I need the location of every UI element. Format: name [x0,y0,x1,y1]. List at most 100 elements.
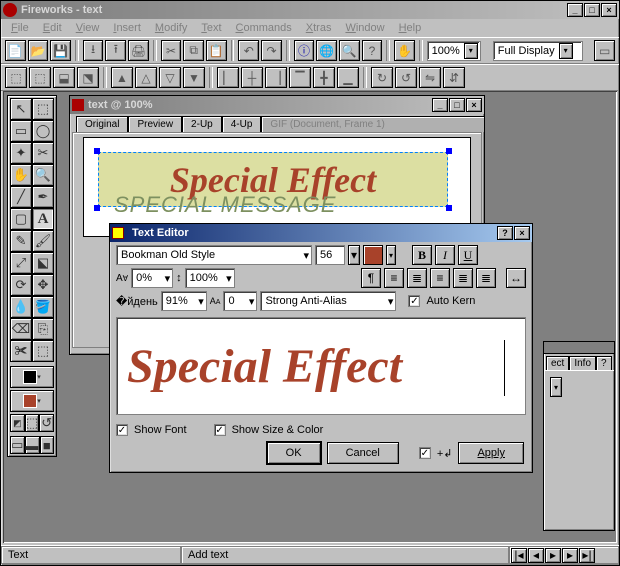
new-icon[interactable]: 📄 [5,40,26,61]
align-center-button[interactable]: ≣ [407,268,427,288]
doc-close-button[interactable]: × [466,98,482,112]
next-frame-icon[interactable]: ▸ [562,548,578,563]
import-icon[interactable]: ⭳ [83,40,104,61]
tab-preview[interactable]: Preview [128,116,182,132]
align-stretch-button[interactable]: ≣ [476,268,496,288]
maximize-button[interactable]: □ [584,3,600,17]
bring-forward-icon[interactable]: △ [135,67,157,88]
align-left-button[interactable]: ≡ [384,268,404,288]
align-bottom-icon[interactable]: ▁ [337,67,359,88]
panel-help[interactable]: ? [596,356,612,370]
line-tool[interactable]: ╱ [10,186,32,208]
undo-icon[interactable]: ↶ [238,40,259,61]
page-icon[interactable]: ▭ [594,40,615,61]
standard-screen-icon[interactable]: ▭ [10,436,25,454]
fill-dropdown-icon[interactable]: ▾ [386,245,396,265]
menu-commands[interactable]: Commands [230,21,298,35]
ok-button[interactable]: OK [267,442,321,464]
full-screen-icon[interactable]: ■ [40,436,55,454]
selection-handle[interactable] [446,205,452,211]
scale-tool[interactable]: ⤢ [10,252,32,274]
pointer-tool[interactable]: ↖ [10,98,32,120]
menu-xtras[interactable]: Xtras [300,21,338,35]
font-family-combo[interactable]: Bookman Old Style▾ [116,245,312,265]
menu-file[interactable]: FFileile [5,21,35,35]
baseline-shift-field[interactable]: 0▾ [223,291,257,311]
align-left-icon[interactable]: ▏ [217,67,239,88]
doc-minimize-button[interactable]: _ [432,98,448,112]
stroke-color-swatch[interactable]: ▾ [10,366,54,388]
pencil-tool[interactable]: ✎ [10,230,32,252]
leading-field[interactable]: 100%▾ [185,268,235,288]
show-font-checkbox[interactable]: ✓ [116,424,128,436]
ungroup-icon[interactable]: ⬚ [29,67,51,88]
export-icon[interactable]: ⭱ [105,40,126,61]
redo-icon[interactable]: ↷ [261,40,282,61]
zoom-combo[interactable]: 100%▾ [427,41,482,61]
eyedropper-tool[interactable]: 💧 [10,296,32,318]
fill-color-swatch[interactable]: ▾ [10,390,54,412]
zoom-tool[interactable]: 🔍 [32,164,54,186]
play-icon[interactable]: ▸ [545,548,561,563]
align-justify-button[interactable]: ≣ [453,268,473,288]
antialias-combo[interactable]: Strong Anti-Alias▾ [260,291,396,311]
te-close-button[interactable]: × [514,226,530,240]
text-editor-canvas[interactable]: Special Effect [116,317,526,415]
marquee-tool[interactable]: ▭ [10,120,32,142]
prev-frame-icon[interactable]: ◂ [528,548,544,563]
menu-window[interactable]: Window [339,21,390,35]
hscale-field[interactable]: 91%▾ [161,291,207,311]
globe-icon[interactable]: 🌐 [316,40,337,61]
swap-colors-icon[interactable]: ↺ [39,414,54,432]
rectangle-tool[interactable]: ▢ [10,208,32,230]
skew-tool[interactable]: ⬕ [32,252,54,274]
pen-tool[interactable]: ✒ [32,186,54,208]
paragraph-options-icon[interactable]: ¶ [361,268,381,288]
align-center-h-icon[interactable]: ┼ [241,67,263,88]
rotate-ccw-icon[interactable]: ↺ [395,67,417,88]
font-size-field[interactable]: 56 [315,245,345,265]
apply-sticky-checkbox[interactable]: ✓ [419,447,431,459]
hand-icon[interactable]: ✋ [394,40,415,61]
align-center-v-icon[interactable]: ╋ [313,67,335,88]
tab-original[interactable]: Original [76,116,128,132]
magic-wand-tool[interactable]: ✦ [10,142,32,164]
display-mode-combo[interactable]: Full Display▾ [493,41,583,61]
flip-v-icon[interactable]: ⇵ [443,67,465,88]
eraser-tool[interactable]: ⌫ [10,318,32,340]
join-icon[interactable]: ⬓ [53,67,75,88]
bold-button[interactable]: B [412,245,432,265]
selection-handle[interactable] [94,205,100,211]
zoom-icon[interactable]: 🔍 [339,40,360,61]
align-top-icon[interactable]: ▔ [289,67,311,88]
knife-tool[interactable]: ✀ [10,340,32,362]
autokern-checkbox[interactable]: ✓ [408,295,420,307]
close-button[interactable]: × [601,3,617,17]
save-icon[interactable]: 💾 [50,40,71,61]
lasso-tool[interactable]: ◯ [32,120,54,142]
group-icon[interactable]: ⬚ [5,67,27,88]
selection-handle[interactable] [94,148,100,154]
menu-insert[interactable]: Insert [107,21,147,35]
full-screen-menu-icon[interactable]: ▬ [25,436,40,454]
italic-button[interactable]: I [435,245,455,265]
tab-2up[interactable]: 2-Up [182,116,222,132]
freeform-tool[interactable]: ⟳ [10,274,32,296]
first-frame-icon[interactable]: |◂ [511,548,527,563]
size-dropdown-icon[interactable]: ▾ [348,245,360,265]
tab-effect[interactable]: ect [546,356,569,370]
menu-text[interactable]: Text [195,21,227,35]
minimize-button[interactable]: _ [567,3,583,17]
send-backward-icon[interactable]: ▽ [159,67,181,88]
tab-4up[interactable]: 4-Up [222,116,262,132]
info-icon[interactable]: ⓘ [294,40,315,61]
doc-maximize-button[interactable]: □ [449,98,465,112]
crop-tool[interactable]: ✂ [32,142,54,164]
default-colors-icon[interactable]: ◩ [10,414,25,432]
bring-front-icon[interactable]: ▲ [111,67,133,88]
cancel-button[interactable]: Cancel [327,442,399,464]
hotspot-tool[interactable]: ⬚ [32,340,54,362]
paste-icon[interactable]: 📋 [206,40,227,61]
cut-icon[interactable]: ✂ [161,40,182,61]
hand-tool[interactable]: ✋ [10,164,32,186]
